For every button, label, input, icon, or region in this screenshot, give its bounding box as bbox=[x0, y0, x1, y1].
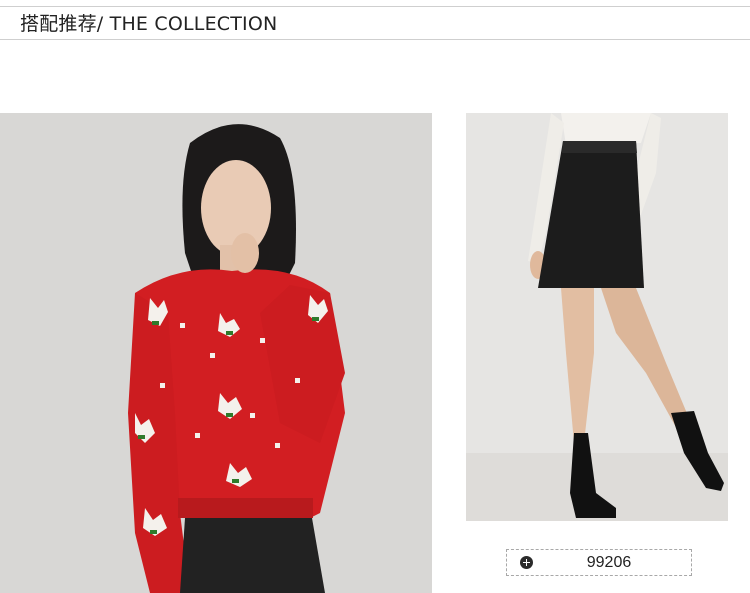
section-header: 搭配推荐/ THE COLLECTION bbox=[0, 6, 750, 40]
section-title: 搭配推荐/ THE COLLECTION bbox=[20, 13, 278, 35]
product-image-sweater[interactable] bbox=[0, 113, 432, 593]
product-code-button[interactable]: 99206 bbox=[506, 549, 692, 576]
product-code: 99206 bbox=[586, 554, 632, 571]
product-image-skirt[interactable] bbox=[466, 113, 728, 521]
